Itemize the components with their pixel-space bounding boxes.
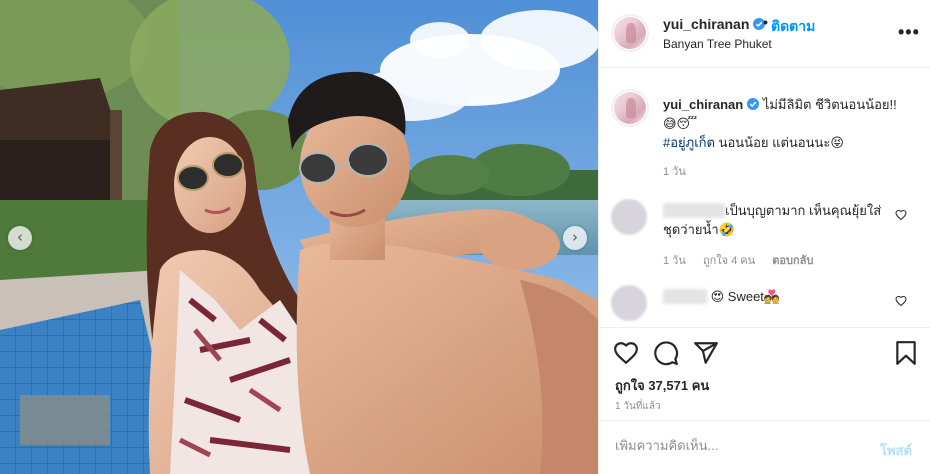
post-photo[interactable]: ‹ › bbox=[0, 0, 598, 474]
likes-count[interactable]: ถูกใจ 37,571 คน bbox=[615, 375, 709, 396]
caption-line-3: นอนน้อย แต่นอนนะ😝 bbox=[714, 135, 844, 150]
reply-button[interactable]: ตอบกลับ bbox=[772, 255, 813, 267]
comment-icon[interactable] bbox=[653, 340, 679, 366]
photo-illustration bbox=[0, 0, 598, 474]
more-options-icon[interactable]: ••• bbox=[898, 22, 920, 43]
follow-button[interactable]: ติดตาม bbox=[771, 16, 815, 38]
post-comment-button[interactable]: โพสต์ bbox=[880, 440, 912, 461]
comment-text: เป็นบุญตามาก เห็นคุณยุ้ยใส่ชุดว่ายน้ำ🤣 bbox=[663, 201, 883, 239]
comment-meta: 1 วัน ถูกใจ 4 คน ตอบกลับ bbox=[663, 251, 827, 269]
bookmark-icon[interactable] bbox=[893, 340, 919, 366]
hashtag-link[interactable]: #อยู่ภูเก็ต bbox=[663, 135, 715, 150]
blurred-username[interactable] bbox=[663, 203, 725, 218]
instagram-post: ‹ › yui_chiranan • ติดตาม Banyan Tree Ph… bbox=[0, 0, 930, 474]
username-header[interactable]: yui_chiranan bbox=[663, 16, 766, 32]
comment-text: 😍 Sweet💑 bbox=[663, 287, 883, 306]
verified-badge-icon bbox=[747, 98, 760, 110]
heart-icon[interactable] bbox=[613, 340, 639, 366]
avatar[interactable] bbox=[614, 17, 646, 49]
next-photo-button[interactable]: › bbox=[563, 226, 587, 250]
chevron-right-icon: › bbox=[572, 227, 578, 246]
previous-photo-button[interactable]: ‹ bbox=[8, 226, 32, 250]
separator-dot: • bbox=[763, 14, 768, 30]
caption-emoji-line: 😅😴 bbox=[663, 116, 698, 131]
comment-like-heart-icon[interactable] bbox=[895, 209, 907, 221]
comments-list[interactable]: yui_chiranan ไม่มีลิมิต ชีวิตนอนน้อย!! 😅… bbox=[599, 69, 930, 327]
post-side-panel: yui_chiranan • ติดตาม Banyan Tree Phuket… bbox=[598, 0, 930, 474]
caption-username[interactable]: yui_chiranan bbox=[663, 97, 743, 112]
share-icon[interactable] bbox=[693, 340, 719, 366]
comment-likes[interactable]: ถูกใจ 4 คน bbox=[703, 255, 755, 267]
username-text[interactable]: yui_chiranan bbox=[663, 16, 749, 32]
add-comment-bar: โพสต์ bbox=[599, 420, 930, 474]
comment-like-heart-icon[interactable] bbox=[895, 295, 907, 307]
location-link[interactable]: Banyan Tree Phuket bbox=[663, 37, 772, 51]
avatar[interactable] bbox=[611, 285, 647, 321]
post-header: yui_chiranan • ติดตาม Banyan Tree Phuket… bbox=[599, 0, 930, 68]
comment-body: 😍 Sweet💑 bbox=[710, 289, 781, 304]
caption-line-1: ไม่มีลิมิต ชีวิตนอนน้อย!! bbox=[762, 97, 897, 112]
chevron-left-icon: ‹ bbox=[17, 227, 23, 246]
avatar[interactable] bbox=[611, 199, 647, 235]
comment-time[interactable]: 1 วัน bbox=[663, 255, 686, 267]
caption-text: yui_chiranan ไม่มีลิมิต ชีวิตนอนน้อย!! 😅… bbox=[663, 95, 918, 152]
blurred-username[interactable] bbox=[663, 289, 707, 304]
comment-input[interactable] bbox=[615, 438, 845, 453]
caption-timestamp[interactable]: 1 วัน bbox=[663, 162, 686, 180]
avatar[interactable] bbox=[614, 92, 646, 124]
post-timestamp[interactable]: 1 วันที่แล้ว bbox=[615, 399, 661, 414]
